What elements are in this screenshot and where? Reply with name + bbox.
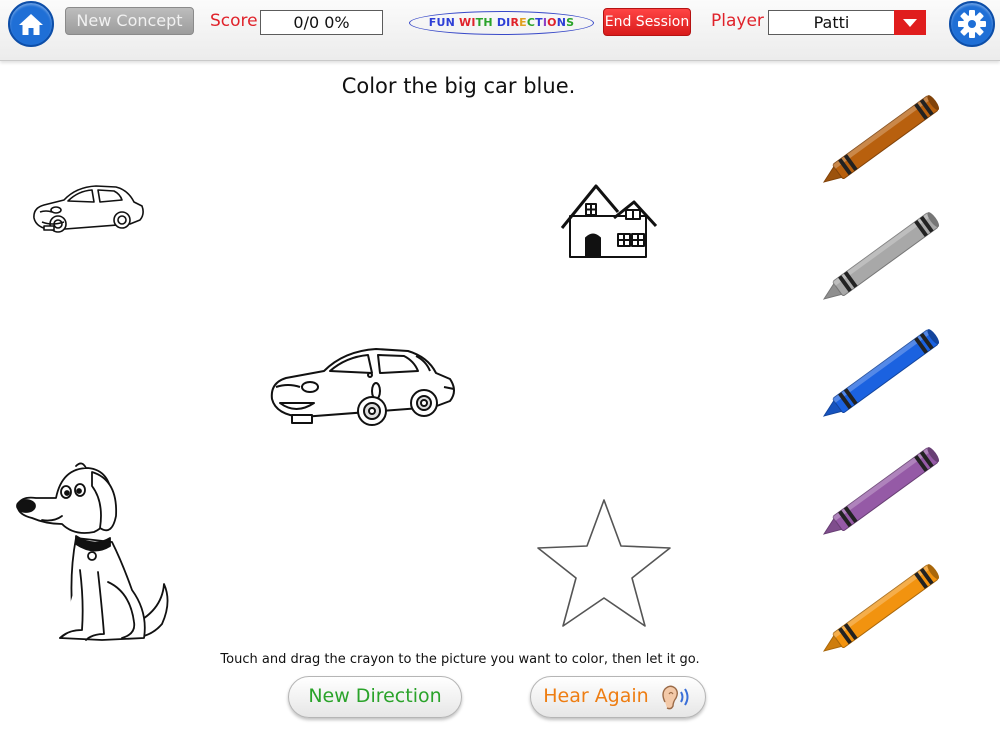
home-button[interactable] — [8, 1, 54, 47]
crayon-brown[interactable] — [818, 88, 948, 188]
hear-again-label: Hear Again — [543, 685, 649, 707]
app-title-letter: O — [547, 16, 557, 29]
hint-text: Touch and drag the crayon to the picture… — [220, 652, 700, 667]
player-label: Player — [711, 11, 764, 31]
dropdown-arrow-icon[interactable] — [894, 10, 926, 35]
new-concept-button[interactable]: New Concept — [65, 7, 194, 35]
end-session-button[interactable]: End Session — [603, 8, 691, 36]
app-title-letter: E — [519, 16, 527, 29]
new-direction-label: New Direction — [308, 685, 442, 707]
star-picture[interactable] — [532, 496, 676, 630]
app-title-letter: R — [510, 16, 520, 29]
player-name: Patti — [813, 13, 850, 32]
app-title-letter: T — [535, 16, 543, 29]
settings-button[interactable] — [949, 1, 995, 47]
crayon-orange[interactable] — [818, 557, 948, 657]
new-direction-button[interactable]: New Direction — [288, 676, 462, 718]
crayon-gray[interactable] — [818, 205, 948, 305]
crayon-purple[interactable] — [818, 440, 948, 540]
score-label: Score — [210, 11, 258, 31]
big-car-picture[interactable] — [268, 343, 460, 437]
app-title-letter: S — [566, 16, 575, 29]
app-title: FUN WITH DIRECTIONS — [409, 11, 594, 35]
app-title-letter: H — [483, 16, 493, 29]
home-icon — [19, 14, 43, 35]
app-title-letter: D — [496, 16, 507, 29]
gear-icon — [958, 10, 986, 38]
app-title-letter: C — [526, 16, 536, 29]
house-picture[interactable] — [560, 182, 658, 260]
direction-text: Color the big car blue. — [341, 74, 576, 98]
app-title-letter: W — [459, 16, 472, 29]
app-title-letter: N — [556, 16, 567, 29]
player-select[interactable]: Patti — [768, 10, 926, 35]
app-title-letter: N — [445, 16, 455, 29]
dog-picture[interactable] — [12, 462, 180, 650]
ear-sound-icon — [662, 685, 689, 709]
hear-again-button[interactable]: Hear Again — [530, 676, 706, 718]
small-car-picture[interactable] — [30, 180, 148, 242]
score-display: 0/0 0% — [260, 10, 383, 35]
app-title-letter: U — [436, 16, 446, 29]
top-toolbar: New Concept Score 0/0 0% FUN WITH DIRECT… — [0, 0, 1000, 61]
crayon-blue[interactable] — [818, 322, 948, 422]
